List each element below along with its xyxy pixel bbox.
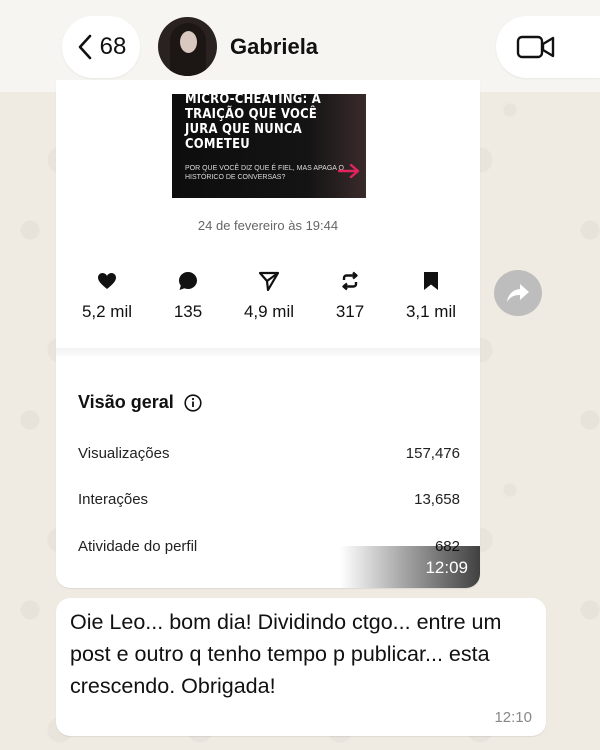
video-camera-icon [516, 35, 555, 59]
info-icon[interactable] [184, 393, 202, 412]
heart-icon [98, 273, 116, 289]
comments-count: 135 [173, 302, 203, 321]
contact-name[interactable]: Gabriela [230, 34, 318, 60]
forward-arrow-icon [507, 284, 529, 302]
chat-header: 68 Gabriela [0, 0, 600, 92]
video-call-button[interactable] [496, 16, 600, 78]
shares-count: 4,9 mil [243, 302, 295, 321]
thumbnail-title: MICRO-CHEATING: A TRAIÇÃO QUE VOCÊ JURA … [185, 94, 322, 152]
back-button[interactable]: 68 [62, 16, 140, 78]
stat-shares: 4,9 mil [229, 270, 309, 322]
section-divider [56, 348, 480, 356]
message-time: 12:09 [425, 558, 468, 577]
message-text: Oie Leo... bom dia! Dividindo ctgo... en… [70, 610, 502, 698]
chevron-left-icon [78, 34, 91, 60]
message-time: 12:10 [494, 709, 532, 726]
forward-button[interactable] [494, 270, 542, 316]
post-thumbnail[interactable]: MICRO-CHEATING: A TRAIÇÃO QUE VOCÊ JURA … [172, 94, 366, 198]
stat-comments: 135 [148, 270, 228, 322]
message-timestamp-overlay: 12:09 [340, 546, 480, 588]
post-stats: 5,2 mil 135 4,9 mil 317 3,1 mil [56, 270, 480, 330]
metric-label: Atividade do perfil [78, 538, 198, 555]
stat-saves: 3,1 mil [391, 270, 471, 322]
stat-likes: 5,2 mil [67, 270, 147, 322]
metric-row: Interações 13,658 [78, 491, 460, 508]
saves-count: 3,1 mil [405, 302, 457, 321]
avatar[interactable] [158, 17, 217, 76]
post-date: 24 de fevereiro às 19:44 [197, 218, 339, 233]
metric-value: 13,658 [414, 491, 460, 508]
send-icon [259, 271, 279, 291]
unread-count: 68 [99, 33, 127, 60]
text-message-bubble[interactable]: Oie Leo... bom dia! Dividindo ctgo... en… [56, 598, 546, 736]
overview-title: Visão geral [78, 392, 174, 412]
overview-heading: Visão geral [78, 392, 202, 413]
bookmark-icon [424, 272, 438, 290]
metric-label: Visualizações [78, 445, 170, 462]
shared-post-bubble[interactable]: MICRO-CHEATING: A TRAIÇÃO QUE VOCÊ JURA … [56, 80, 480, 588]
reposts-count: 317 [335, 302, 365, 321]
thumbnail-subtitle: POR QUE VOCÊ DIZ QUE É FIEL, MAS APAGA O… [185, 165, 344, 181]
metric-label: Interações [78, 491, 149, 508]
repost-icon [342, 271, 358, 291]
likes-count: 5,2 mil [81, 302, 133, 321]
stat-reposts: 317 [310, 270, 390, 322]
metric-row: Visualizações 157,476 [78, 445, 460, 462]
comment-icon [179, 272, 197, 290]
arrow-right-icon [338, 164, 360, 178]
metric-value: 157,476 [405, 445, 460, 462]
